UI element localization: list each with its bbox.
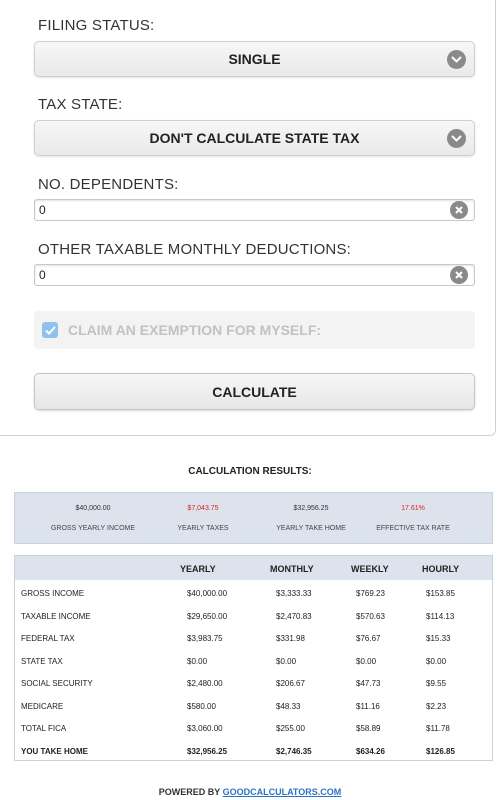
column-header-weekly: WEEKLY <box>351 564 389 574</box>
table-row: TOTAL FICA $3,060.00 $255.00 $58.89 $11.78 <box>15 717 492 739</box>
exemption-checkbox[interactable] <box>42 322 58 338</box>
row-label: GROSS INCOME <box>21 589 85 598</box>
row-value: $0.00 <box>426 656 447 666</box>
filing-status-select[interactable]: SINGLE <box>34 41 475 77</box>
table-row: GROSS INCOME $40,000.00 $3,333.33 $769.23 $1… <box>15 582 492 604</box>
row-value: $331.98 <box>276 634 305 643</box>
results-table: YEARLY MONTHLY WEEKLY HOURLY GROSS INCOM… <box>14 555 493 761</box>
summary-value: $40,000.00 <box>75 505 111 512</box>
row-value: $634.26 <box>356 746 385 756</box>
row-value: $58.89 <box>356 724 381 733</box>
row-value: $570.63 <box>356 611 385 621</box>
row-value: $2,470.83 <box>276 611 312 621</box>
column-header-monthly: MONTHLY <box>270 564 314 574</box>
row-value: $0.00 <box>187 656 208 666</box>
results-title: CALCULATION RESULTS: <box>188 466 312 477</box>
row-label: MEDICARE <box>21 701 64 711</box>
summary-taxes: $7,043.75 YEARLY TAXES <box>143 505 263 532</box>
row-value: $3,983.75 <box>187 634 223 643</box>
row-value: $47.73 <box>356 679 381 688</box>
tax-state-select[interactable]: DON'T CALCULATE STATE TAX <box>34 120 475 156</box>
row-value: $76.67 <box>356 634 381 643</box>
tax-state-value: DON'T CALCULATE STATE TAX <box>149 130 360 146</box>
row-label: YOU TAKE HOME <box>21 746 88 756</box>
clear-icon[interactable] <box>450 201 468 219</box>
row-value: $0.00 <box>356 656 377 666</box>
summary-gross: $40,000.00 GROSS YEARLY INCOME <box>33 505 153 532</box>
exemption-row[interactable]: CLAIM AN EXEMPTION FOR MYSELF: <box>34 311 475 349</box>
table-row: FEDERAL TAX $3,983.75 $331.98 $76.67 $15.33 <box>15 627 492 649</box>
table-row: SOCIAL SECURITY $2,480.00 $206.67 $47.73 $9.… <box>15 672 492 694</box>
goodcalculators-link[interactable]: GOODCALCULATORS.COM <box>223 787 342 797</box>
filing-status-label: FILING STATUS: <box>38 17 155 34</box>
row-label: SOCIAL SECURITY <box>21 679 93 688</box>
row-value: $2.23 <box>426 701 447 711</box>
row-value: $114.13 <box>426 611 455 621</box>
table-row: MEDICARE $580.00 $48.33 $11.16 $2.23 <box>15 695 492 717</box>
dependents-label: NO. DEPENDENTS: <box>38 176 179 193</box>
dependents-input[interactable]: 0 <box>34 199 475 221</box>
table-row: YOU TAKE HOME $32,956.25 $2,746.35 $634.26 $… <box>15 740 492 762</box>
row-value: $153.85 <box>426 589 455 598</box>
row-value: $29,650.00 <box>187 611 228 621</box>
row-value: $769.23 <box>356 589 385 598</box>
row-value: $48.33 <box>276 701 301 711</box>
row-value: $32,956.25 <box>187 746 228 756</box>
calculator-form: FILING STATUS: SINGLE TAX STATE: DON'T C… <box>0 0 496 436</box>
filing-status-value: SINGLE <box>228 51 281 67</box>
row-value: $3,060.00 <box>187 724 223 733</box>
results-summary: $40,000.00 GROSS YEARLY INCOME $7,043.75… <box>14 492 493 544</box>
row-value: $0.00 <box>276 656 297 666</box>
row-value: $126.85 <box>426 746 455 756</box>
table-header: YEARLY MONTHLY WEEKLY HOURLY <box>15 556 492 580</box>
row-value: $255.00 <box>276 724 305 733</box>
row-label: TAXABLE INCOME <box>21 611 91 621</box>
calculate-button[interactable]: CALCULATE <box>34 373 475 410</box>
row-value: $11.78 <box>426 724 450 733</box>
row-label: FEDERAL TAX <box>21 634 75 643</box>
column-header-hourly: HOURLY <box>422 564 460 574</box>
table-row: STATE TAX $0.00 $0.00 $0.00 $0.00 <box>15 650 492 672</box>
row-value: $2,480.00 <box>187 679 223 688</box>
table-row: TAXABLE INCOME $29,650.00 $2,470.83 $570.63… <box>15 605 492 627</box>
row-label: TOTAL FICA <box>21 724 67 733</box>
row-value: $40,000.00 <box>187 589 228 598</box>
row-value: $206.67 <box>276 679 305 688</box>
chevron-down-icon <box>447 129 466 148</box>
footer: POWERED BY GOODCALCULATORS.COM <box>0 787 500 797</box>
column-header-yearly: YEARLY <box>180 564 216 574</box>
summary-label: GROSS YEARLY INCOME <box>50 525 136 532</box>
clear-icon[interactable] <box>450 266 468 284</box>
exemption-label: CLAIM AN EXEMPTION FOR MYSELF: <box>68 322 322 338</box>
row-value: $580.00 <box>187 701 216 711</box>
deductions-label: OTHER TAXABLE MONTHLY DEDUCTIONS: <box>38 241 352 258</box>
chevron-down-icon <box>447 50 466 69</box>
deductions-value: 0 <box>39 268 46 282</box>
row-value: $2,746.35 <box>276 746 312 756</box>
tax-state-label: TAX STATE: <box>38 96 123 113</box>
dependents-value: 0 <box>39 203 46 217</box>
row-value: $3,333.33 <box>276 589 312 598</box>
row-value: $11.16 <box>356 701 380 711</box>
summary-label: YEARLY TAXES <box>177 525 229 532</box>
footer-prefix: POWERED BY <box>158 787 223 797</box>
summary-label: EFFECTIVE TAX RATE <box>376 525 450 532</box>
row-value: $15.33 <box>426 634 451 643</box>
row-label: STATE TAX <box>21 656 63 666</box>
row-value: $9.55 <box>426 679 447 688</box>
deductions-input[interactable]: 0 <box>34 264 475 286</box>
summary-value: $7,043.75 <box>187 505 219 512</box>
summary-tax-rate: 17.61% EFFECTIVE TAX RATE <box>353 505 473 532</box>
summary-value: 17.61% <box>401 505 425 512</box>
